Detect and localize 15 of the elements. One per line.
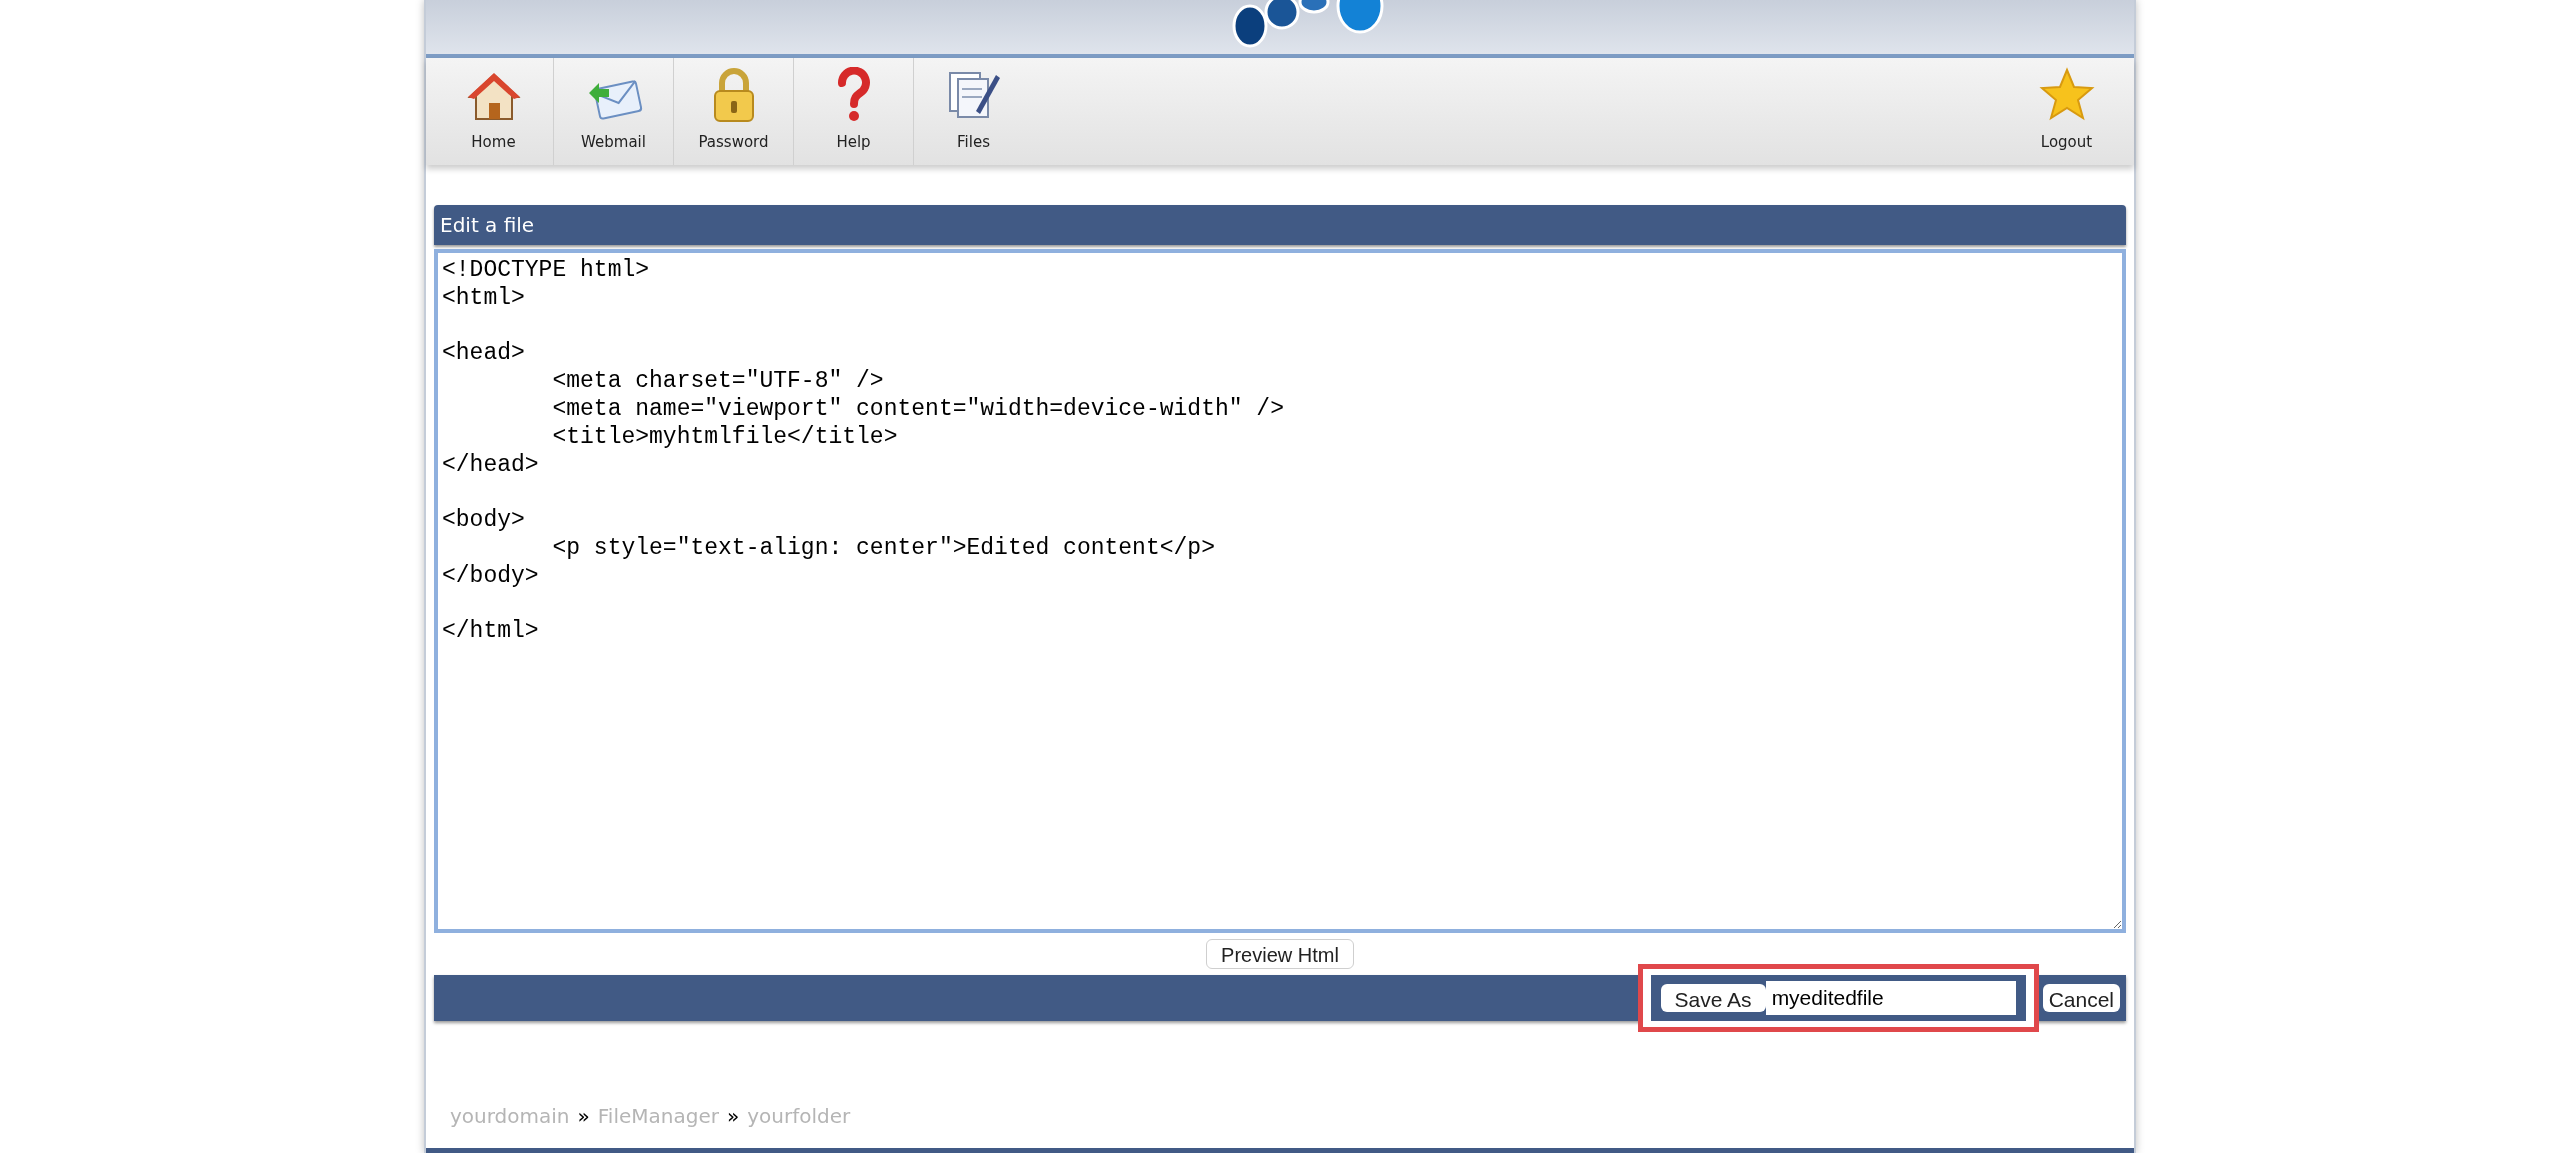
toolbar-button[interactable]: Files (914, 58, 1033, 165)
panel-header: Edit a file (434, 205, 2126, 245)
save-as-button[interactable]: Save As (1660, 984, 1766, 1012)
house-icon (465, 70, 522, 123)
toolbar-button[interactable]: Webmail (554, 58, 673, 165)
toolbar-button[interactable]: Password (674, 58, 793, 165)
filename-field[interactable]: myeditedfile (1765, 981, 2016, 1015)
toolbar-button[interactable]: Help (794, 58, 913, 165)
code-editor[interactable]: <!DOCTYPE html> <html> <head> <meta charset="UTF-8" /> <meta name="viewport" content="width=device-width" /> <title>myhtmlfile</title> </head> <body> <p style="text-align: center">Edited content</p> </body> </html> (434, 249, 2126, 933)
breadcrumb-separator: » (726, 1103, 740, 1130)
toolbar-button[interactable]: Home (434, 58, 553, 165)
preview-html-button[interactable]: Preview Html (1206, 939, 1354, 969)
cancel-button[interactable]: Cancel (2042, 984, 2120, 1012)
breadcrumb-separator: » (577, 1103, 590, 1130)
logout-button[interactable]: Logout (2007, 58, 2126, 165)
